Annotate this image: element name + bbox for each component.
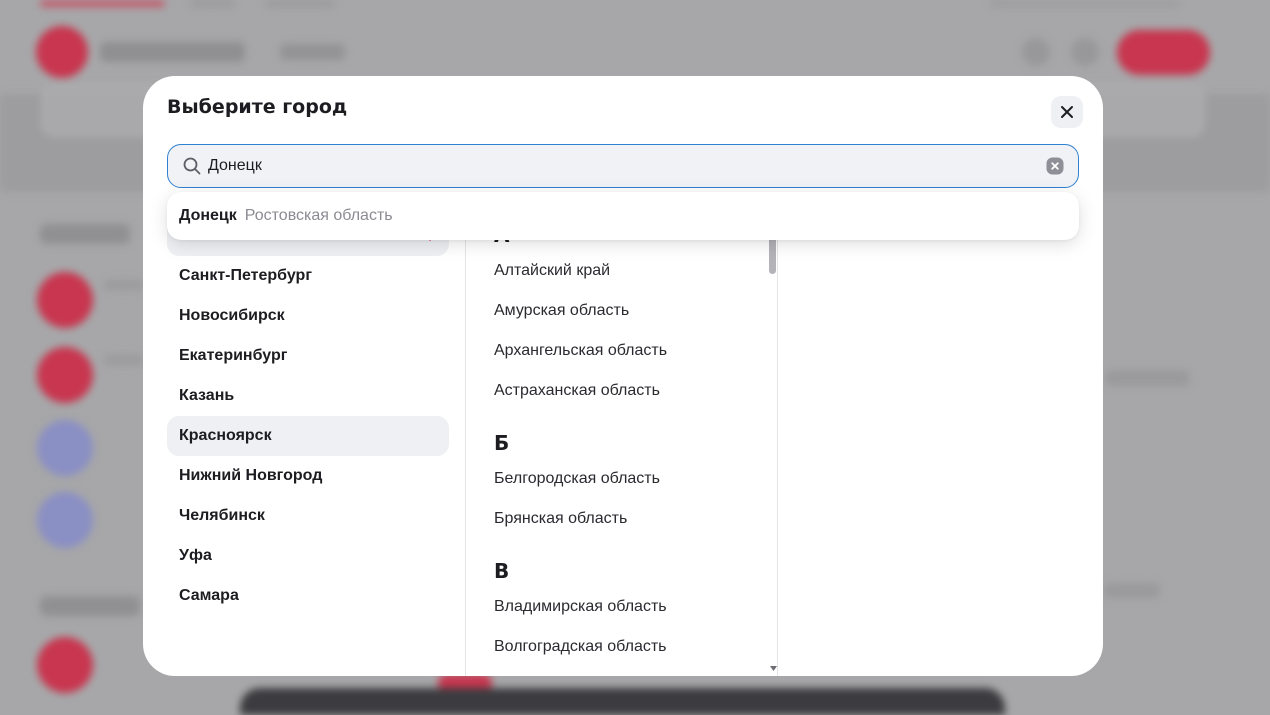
close-icon [1059,104,1075,120]
region-item[interactable]: Астраханская область [494,371,777,411]
chevron-down-icon[interactable] [770,666,777,671]
city-name: Новосибирск [179,307,285,324]
city-name: Санкт-Петербург [179,267,312,284]
page: Выберите город Донецк Ростовская область [0,0,1270,715]
region-item[interactable]: Брянская область [494,499,777,539]
popular-cities-list: Москва Санкт-Петербург Новосибирск Екате… [167,216,465,676]
region-letter: В [494,559,510,583]
search-icon [182,156,202,176]
search-input[interactable] [208,145,1028,187]
city-name: Екатеринбург [179,347,288,364]
region-item[interactable]: Алтайский край [494,251,777,291]
city-name: Красноярск [179,427,272,444]
city-item[interactable]: Челябинск [167,496,449,536]
region-group: В Владимирская область Волгоградская обл… [494,555,777,667]
region-item[interactable]: Белгородская область [494,459,777,499]
city-name: Самара [179,587,239,604]
city-name: Уфа [179,547,212,564]
city-item[interactable]: Казань [167,376,449,416]
region-item[interactable]: Архангельская область [494,331,777,371]
region-item[interactable]: Волгоградская область [494,627,777,667]
region-group: Б Белгородская область Брянская область [494,427,777,539]
region-group: А Алтайский край Амурская область Арханг… [494,219,777,411]
region-item[interactable]: Владимирская область [494,587,777,627]
modal-title: Выберите город [167,96,348,118]
city-picker-modal: Выберите город Донецк Ростовская область [143,76,1103,676]
city-name: Челябинск [179,507,265,524]
suggestion-city: Донецк [179,207,237,224]
suggestion-item[interactable]: Донецк Ростовская область [167,192,1079,240]
city-item[interactable]: Екатеринбург [167,336,449,376]
regions-scroll-area: А Алтайский край Амурская область Арханг… [466,216,777,667]
regions-list[interactable]: А Алтайский край Амурская область Арханг… [465,216,778,676]
close-button[interactable] [1051,96,1083,128]
city-item[interactable]: Самара [167,576,449,616]
suggestion-region: Ростовская область [244,207,393,224]
clear-icon[interactable] [1046,157,1064,175]
city-item[interactable]: Уфа [167,536,449,576]
region-letter: Б [494,431,510,455]
search-suggestions: Донецк Ростовская область [167,192,1079,240]
city-item[interactable]: Нижний Новгород [167,456,449,496]
city-name: Нижний Новгород [179,467,323,484]
city-search-field[interactable] [167,144,1079,188]
districts-column [778,216,1079,676]
city-item[interactable]: Красноярск [167,416,449,456]
location-columns: Москва Санкт-Петербург Новосибирск Екате… [167,216,1079,676]
city-item[interactable]: Санкт-Петербург [167,256,449,296]
city-name: Казань [179,387,235,404]
region-item[interactable]: Амурская область [494,291,777,331]
city-item[interactable]: Новосибирск [167,296,449,336]
